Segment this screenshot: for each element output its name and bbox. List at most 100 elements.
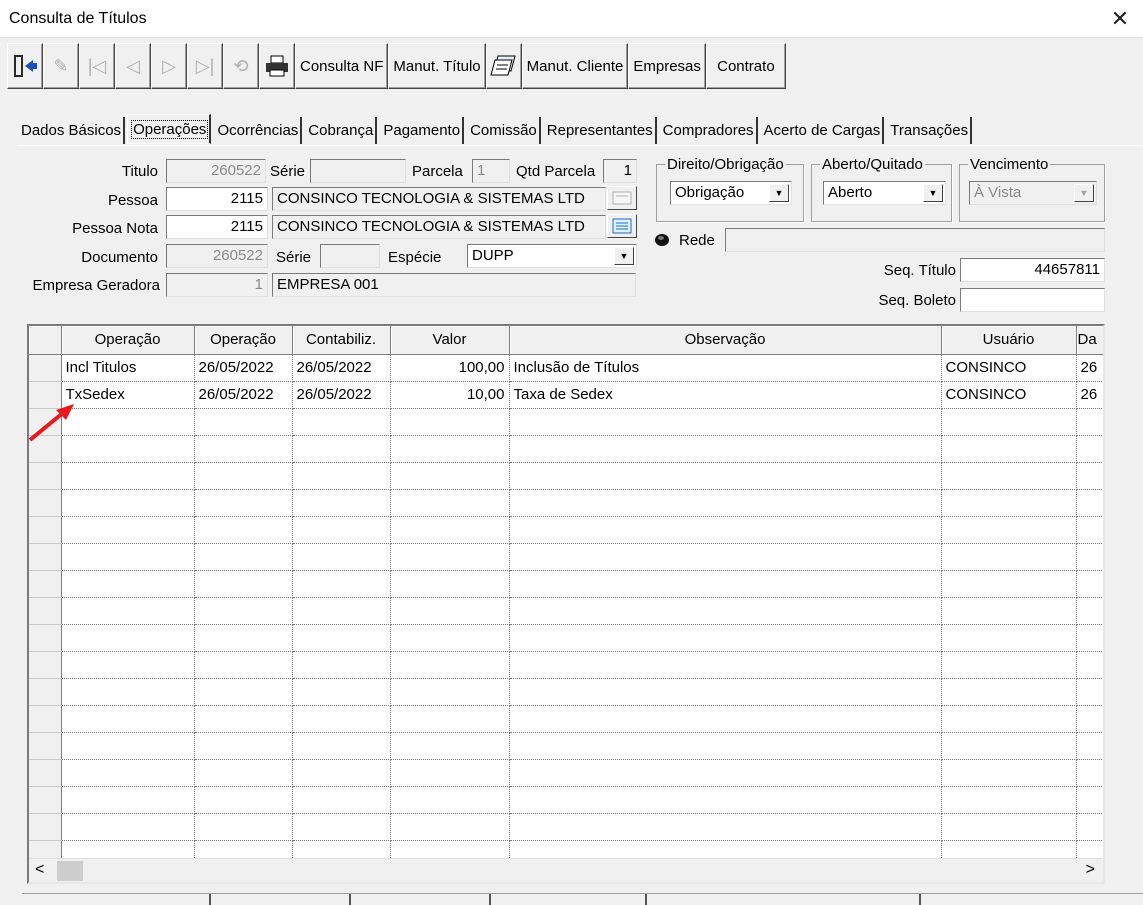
pessoa-nota-detail-button[interactable] — [607, 214, 637, 238]
table-cell[interactable] — [292, 813, 391, 841]
table-cell[interactable] — [194, 759, 293, 787]
table-cell[interactable] — [390, 651, 510, 679]
pessoa-code-field[interactable]: 2115 — [166, 187, 268, 211]
table-cell[interactable] — [509, 732, 942, 760]
table-cell[interactable] — [390, 624, 510, 652]
table-cell[interactable] — [1076, 813, 1103, 841]
table-cell[interactable] — [941, 543, 1077, 571]
table-cell[interactable] — [194, 678, 293, 706]
table-cell[interactable] — [1076, 759, 1103, 787]
table-cell[interactable] — [61, 543, 195, 571]
table-cell[interactable] — [1076, 732, 1103, 760]
row-indicator[interactable] — [29, 786, 62, 814]
table-cell[interactable] — [509, 786, 942, 814]
pessoa-nota-code-field[interactable]: 2115 — [166, 215, 268, 239]
tab-cobranca[interactable]: Cobrança — [304, 117, 378, 144]
row-indicator[interactable] — [29, 354, 62, 382]
table-cell[interactable] — [941, 624, 1077, 652]
parcela-field[interactable]: 1 — [472, 159, 510, 183]
table-cell[interactable]: Incl Titulos — [61, 354, 195, 382]
table-cell[interactable] — [292, 516, 391, 544]
table-cell[interactable] — [390, 516, 510, 544]
row-indicator[interactable] — [29, 813, 62, 841]
table-cell[interactable] — [509, 462, 942, 490]
table-cell[interactable] — [390, 462, 510, 490]
table-cell[interactable] — [509, 759, 942, 787]
row-indicator[interactable] — [29, 516, 62, 544]
table-cell[interactable] — [292, 759, 391, 787]
row-indicator[interactable] — [29, 462, 62, 490]
empresa-code-field[interactable]: 1 — [166, 273, 268, 297]
table-cell[interactable] — [61, 597, 195, 625]
table-cell[interactable] — [292, 543, 391, 571]
table-cell[interactable] — [292, 435, 391, 463]
table-cell[interactable]: 100,00 — [390, 354, 510, 382]
pessoa-detail-button[interactable] — [607, 186, 637, 210]
tab-ocorrencias[interactable]: Ocorrências — [213, 117, 303, 144]
empresas-button[interactable]: Empresas — [628, 43, 706, 89]
manut-cliente-icon-button[interactable] — [485, 43, 522, 89]
tab-dados-basicos[interactable]: Dados Básicos — [17, 117, 126, 144]
table-cell[interactable] — [941, 570, 1077, 598]
table-cell[interactable]: 26 — [1076, 354, 1103, 382]
row-indicator[interactable] — [29, 570, 62, 598]
table-cell[interactable] — [509, 624, 942, 652]
table-cell[interactable] — [61, 786, 195, 814]
vencimento-select[interactable]: À Vista ▼ — [969, 181, 1097, 205]
table-cell[interactable] — [941, 462, 1077, 490]
refresh-button[interactable]: ⟲ — [223, 43, 259, 89]
table-row[interactable]: TxSedex 26/05/2022 26/05/2022 10,00 Taxa… — [29, 381, 1103, 409]
table-cell[interactable] — [1076, 435, 1103, 463]
table-cell[interactable] — [390, 705, 510, 733]
table-cell[interactable] — [292, 597, 391, 625]
row-indicator[interactable] — [29, 759, 62, 787]
empty-table-row[interactable] — [29, 651, 1103, 679]
table-cell[interactable] — [509, 813, 942, 841]
table-cell[interactable] — [1076, 516, 1103, 544]
table-cell[interactable]: 26/05/2022 — [194, 354, 293, 382]
table-cell[interactable] — [1076, 597, 1103, 625]
table-cell[interactable] — [1076, 786, 1103, 814]
table-cell[interactable] — [941, 786, 1077, 814]
table-cell[interactable] — [509, 516, 942, 544]
table-cell[interactable] — [390, 759, 510, 787]
tab-operacoes[interactable]: Operações — [127, 114, 212, 144]
close-button[interactable]: ✕ — [1100, 2, 1140, 36]
table-cell[interactable] — [390, 435, 510, 463]
aberto-quitado-select[interactable]: Aberto ▼ — [823, 181, 946, 205]
table-cell[interactable] — [509, 489, 942, 517]
table-cell[interactable] — [509, 408, 942, 436]
horizontal-scrollbar[interactable]: < > — [29, 858, 1103, 882]
empty-table-row[interactable] — [29, 570, 1103, 598]
first-record-button[interactable]: |◁ — [79, 43, 115, 89]
table-cell[interactable] — [61, 624, 195, 652]
table-cell[interactable] — [61, 732, 195, 760]
seq-boleto-field[interactable] — [960, 288, 1105, 312]
table-cell[interactable] — [509, 705, 942, 733]
empty-table-row[interactable] — [29, 624, 1103, 652]
table-cell[interactable] — [292, 705, 391, 733]
table-cell[interactable]: CONSINCO — [941, 354, 1077, 382]
table-cell[interactable] — [509, 678, 942, 706]
table-cell[interactable] — [1076, 543, 1103, 571]
tab-acerto-de-cargas[interactable]: Acerto de Cargas — [759, 117, 885, 144]
operations-grid[interactable]: Operação Operação Contabiliz. Valor Obse… — [27, 324, 1105, 884]
table-cell[interactable] — [292, 786, 391, 814]
table-cell[interactable] — [1076, 624, 1103, 652]
table-cell[interactable] — [1076, 705, 1103, 733]
column-header[interactable]: Da — [1076, 326, 1103, 355]
table-cell[interactable] — [390, 597, 510, 625]
empty-table-row[interactable] — [29, 597, 1103, 625]
manut-titulo-button[interactable]: Manut. Título — [388, 43, 486, 89]
table-cell[interactable] — [1076, 408, 1103, 436]
table-cell[interactable] — [61, 462, 195, 490]
qtd-parcela-field[interactable]: 1 — [603, 159, 637, 183]
table-cell[interactable]: Inclusão de Títulos — [509, 354, 942, 382]
table-row[interactable]: Incl Titulos 26/05/2022 26/05/2022 100,0… — [29, 354, 1103, 382]
row-indicator[interactable] — [29, 651, 62, 679]
column-header[interactable]: Operação — [194, 326, 293, 355]
especie-select[interactable]: DUPP ▼ — [467, 244, 637, 268]
tab-comissao[interactable]: Comissão — [466, 117, 541, 144]
table-cell[interactable] — [194, 570, 293, 598]
table-cell[interactable] — [1076, 570, 1103, 598]
